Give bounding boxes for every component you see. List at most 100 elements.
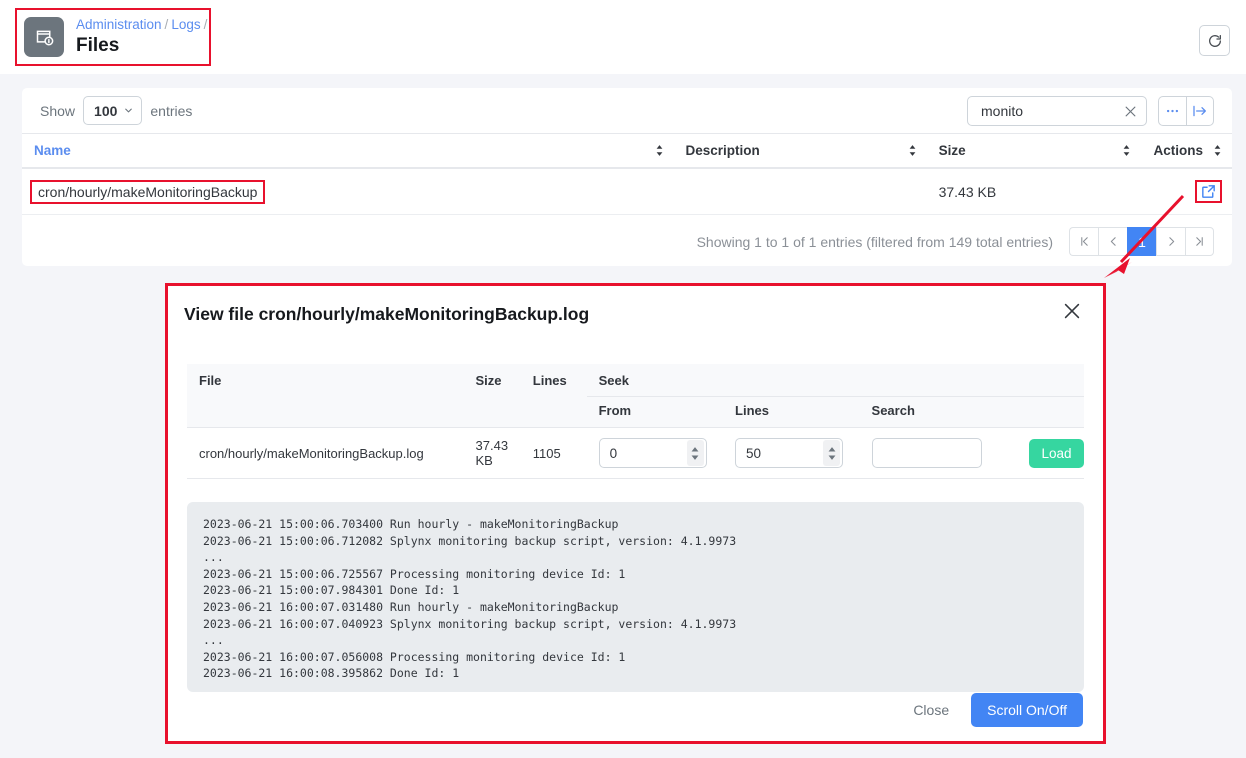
seek-file-lines: 1105 <box>520 427 587 479</box>
modal-search-input[interactable] <box>871 438 982 468</box>
sort-icon <box>1124 145 1130 156</box>
from-stepper[interactable] <box>686 440 704 466</box>
pagination-page-1[interactable]: 1 <box>1127 227 1156 256</box>
modal-footer: Close Scroll On/Off <box>905 693 1083 727</box>
seek-sub-blank-size <box>463 396 521 428</box>
column-header-name-label: Name <box>34 143 71 158</box>
cell-name: cron/hourly/makeMonitoringBackup <box>22 168 674 215</box>
lines-input-value: 50 <box>746 445 762 461</box>
sort-icon <box>1214 145 1221 156</box>
cell-description <box>673 168 927 215</box>
page-title: Files <box>76 35 120 56</box>
chevron-down-icon <box>691 455 699 460</box>
breadcrumb-item-administration[interactable]: Administration <box>76 17 162 32</box>
log-output-panel[interactable]: 2023-06-21 15:00:06.703400 Run hourly - … <box>187 502 1084 692</box>
page-header-highlight-box: Administration / Logs / Files <box>15 8 211 66</box>
seek-load-cell: Load <box>1017 427 1084 479</box>
chevron-up-icon <box>828 446 835 451</box>
sort-icon <box>909 145 915 156</box>
log-output-text: 2023-06-21 15:00:06.703400 Run hourly - … <box>203 517 737 681</box>
export-button[interactable] <box>1186 96 1214 126</box>
breadcrumb-separator-2: / <box>203 17 208 32</box>
chevron-up-icon <box>691 446 699 451</box>
sort-icon <box>656 145 662 156</box>
pagination-last[interactable] <box>1185 227 1214 256</box>
files-card: Show 100 entries monito Name Description… <box>22 88 1232 266</box>
chevron-right-icon <box>1168 237 1174 246</box>
pagination: 1 <box>1069 227 1214 256</box>
seek-search-cell <box>859 427 1017 479</box>
seek-data-row: cron/hourly/makeMonitoringBackup.log 37.… <box>187 427 1084 479</box>
lines-input[interactable]: 50 <box>735 438 844 468</box>
show-entries-control: Show 100 entries <box>40 96 192 125</box>
modal-close-button[interactable] <box>1061 300 1083 325</box>
view-file-modal: View file cron/hourly/makeMonitoringBack… <box>165 283 1106 744</box>
from-input[interactable]: 0 <box>598 438 707 468</box>
search-input[interactable] <box>979 102 1123 120</box>
column-header-name[interactable]: Name <box>22 133 674 169</box>
showing-entries-text: Showing 1 to 1 of 1 entries (filtered fr… <box>696 233 1053 250</box>
file-name-highlight-box[interactable]: cron/hourly/makeMonitoringBackup <box>30 179 266 204</box>
pagination-next[interactable] <box>1156 227 1185 256</box>
column-header-size-label: Size <box>938 143 966 158</box>
table-row: cron/hourly/makeMonitoringBackup 37.43 K… <box>22 168 1232 215</box>
show-label: Show <box>40 102 76 119</box>
seek-col-lines: Lines <box>520 364 587 397</box>
seek-table: File Size Lines Seek From Lines Search c… <box>187 364 1084 479</box>
seek-lines-cell: 50 <box>723 427 860 479</box>
first-page-icon <box>1080 237 1088 246</box>
pagination-first[interactable] <box>1069 227 1098 256</box>
column-header-actions-label: Actions <box>1153 143 1203 158</box>
breadcrumb-item-logs[interactable]: Logs <box>171 17 200 32</box>
column-header-size[interactable]: Size <box>926 133 1142 169</box>
load-button[interactable]: Load <box>1029 438 1084 468</box>
table-action-buttons <box>1158 96 1214 126</box>
cell-actions <box>1141 168 1232 215</box>
chevron-down-icon <box>125 108 133 113</box>
more-options-button[interactable] <box>1158 96 1186 126</box>
modal-body: File Size Lines Seek From Lines Search c… <box>168 342 1103 479</box>
seek-from-cell: 0 <box>586 427 724 479</box>
column-header-description[interactable]: Description <box>673 133 927 169</box>
cell-size: 37.43 KB <box>926 168 1142 215</box>
seek-subheader-row: From Lines Search <box>187 396 1084 428</box>
file-name-text: cron/hourly/makeMonitoringBackup <box>38 183 258 200</box>
seek-col-action <box>1017 396 1084 428</box>
page-header: Administration / Logs / Files <box>0 0 1246 74</box>
entries-select-value: 100 <box>94 102 118 119</box>
table-header-row: Name Description Size Actions <box>22 133 1232 169</box>
breadcrumb-separator: / <box>164 17 169 32</box>
lines-stepper[interactable] <box>823 440 841 466</box>
last-page-icon <box>1196 237 1203 246</box>
file-info-icon <box>24 17 64 57</box>
chevron-left-icon <box>1110 237 1116 246</box>
open-external-icon <box>1202 185 1215 198</box>
scroll-toggle-button[interactable]: Scroll On/Off <box>971 693 1083 727</box>
modal-title: View file cron/hourly/makeMonitoringBack… <box>184 303 590 324</box>
modal-close-link[interactable]: Close <box>905 696 957 724</box>
open-file-button[interactable] <box>1195 180 1222 203</box>
ellipsis-icon <box>1166 109 1179 113</box>
clear-search-button[interactable] <box>1123 104 1138 119</box>
seek-header-row: File Size Lines Seek <box>187 364 1084 397</box>
entries-select[interactable]: 100 <box>83 96 143 125</box>
modal-header: View file cron/hourly/makeMonitoringBack… <box>168 286 1103 342</box>
refresh-button[interactable] <box>1199 25 1230 56</box>
search-box[interactable] <box>967 96 1147 126</box>
refresh-icon <box>1208 34 1221 47</box>
seek-col-file: File <box>187 364 464 397</box>
seek-sub-blank-lines <box>520 396 587 428</box>
pagination-prev[interactable] <box>1098 227 1127 256</box>
breadcrumb: Administration / Logs / <box>76 16 210 33</box>
column-header-actions[interactable]: Actions <box>1141 133 1232 169</box>
table-toolbar: Show 100 entries <box>22 88 1232 133</box>
close-x-icon <box>1064 303 1080 319</box>
from-input-value: 0 <box>609 445 618 461</box>
entries-label: entries <box>150 102 193 119</box>
close-x-icon <box>1125 106 1136 116</box>
search-area <box>967 96 1214 126</box>
seek-col-seek: Seek <box>586 364 1084 397</box>
files-table: Name Description Size Actions cron/hourl… <box>22 133 1232 215</box>
export-arrow-icon <box>1193 105 1206 117</box>
seek-col-size: Size <box>463 364 521 397</box>
